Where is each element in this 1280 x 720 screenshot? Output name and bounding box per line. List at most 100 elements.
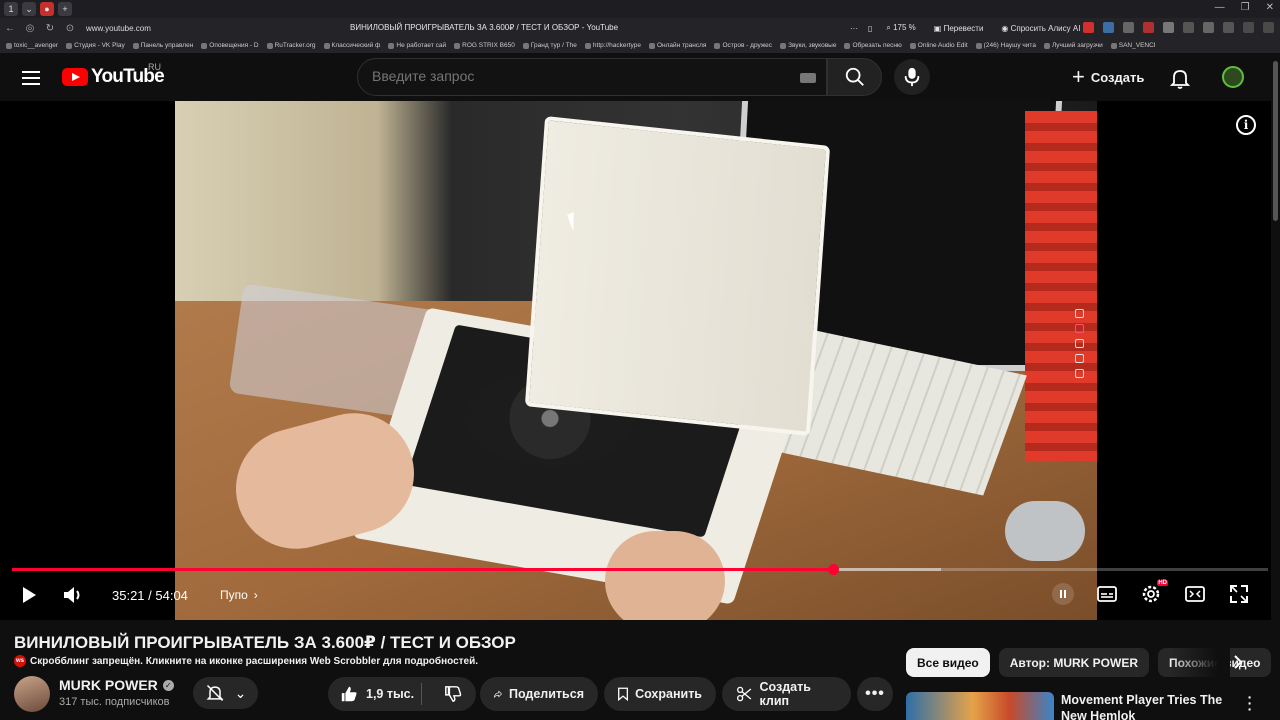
more-actions-button[interactable]: ••• — [857, 677, 893, 711]
shield-icon[interactable]: ◎ — [20, 23, 40, 34]
bookmark-item[interactable]: Оповещения - D — [201, 42, 259, 49]
page-scrollbar[interactable] — [1271, 53, 1280, 720]
new-tab-icon[interactable]: + — [58, 2, 72, 16]
voice-search-button[interactable] — [894, 59, 930, 95]
filter-chip[interactable]: Все видео — [906, 648, 990, 677]
like-button[interactable]: 1,9 тыс. — [328, 677, 414, 711]
channel-avatar[interactable] — [14, 676, 50, 712]
extension-icon[interactable] — [1163, 22, 1174, 33]
bookmark-item[interactable]: Звуки, звуковые — [780, 42, 836, 49]
dislike-button[interactable] — [429, 677, 476, 711]
tool-icon[interactable] — [1074, 339, 1084, 348]
autoplay-toggle[interactable] — [1052, 583, 1074, 605]
tool-icon[interactable] — [1074, 309, 1084, 318]
info-icon[interactable]: i — [1236, 115, 1256, 135]
tab-dropdown-icon[interactable]: ⌄ — [22, 2, 36, 16]
share-button[interactable]: Поделиться — [480, 677, 598, 711]
bookmark-item[interactable]: Лучший загрузчи — [1043, 42, 1103, 49]
tool-icon[interactable] — [1074, 354, 1084, 363]
extension-icon[interactable] — [1183, 22, 1194, 33]
bookmark-item[interactable]: http://hackertype — [584, 42, 641, 49]
more-dots-icon[interactable]: ··· — [850, 24, 858, 33]
adblock-extension-icon[interactable] — [1083, 22, 1094, 33]
tool-more-icon[interactable] — [1075, 384, 1084, 388]
fullscreen-button[interactable] — [1228, 583, 1250, 605]
ask-alice-button[interactable]: ◉ Спросить Алису AI — [997, 22, 1084, 35]
extension-icon[interactable] — [1103, 22, 1114, 33]
bookmark-item[interactable]: Онлайн трансля — [648, 42, 706, 49]
tab-counter-icon[interactable]: 1 — [4, 2, 18, 16]
download-icon[interactable] — [1263, 22, 1274, 33]
hamburger-menu-icon[interactable] — [20, 67, 42, 87]
channel-name-link[interactable]: MURK POWER ✓ — [59, 677, 174, 693]
create-button[interactable]: + Создать — [1062, 61, 1154, 93]
save-button[interactable]: Сохранить — [604, 677, 716, 711]
bookmark-favicon-icon — [388, 42, 395, 49]
web-scrobbler-icon: ws — [14, 655, 26, 667]
bookmark-item[interactable]: Студия - VK Play — [66, 42, 125, 49]
url-field[interactable]: www.youtube.com — [86, 24, 236, 33]
chips-next-button[interactable] — [1228, 652, 1248, 672]
recommended-video-menu-icon[interactable]: · · · — [1243, 690, 1257, 716]
bookmark-item[interactable]: Не работает сай — [388, 42, 446, 49]
minimize-button[interactable]: — — [1215, 2, 1225, 13]
youtube-tab[interactable]: ● — [40, 2, 54, 16]
bookmark-item[interactable]: Online Audio Edit — [909, 42, 968, 49]
notifications-bell-icon[interactable] — [1168, 66, 1192, 90]
mute-button[interactable] — [62, 585, 84, 605]
bookmark-item[interactable]: Обрезать песню — [844, 42, 902, 49]
extension-icon[interactable] — [1203, 22, 1214, 33]
bookmark-item[interactable]: Панель управлен — [132, 42, 193, 49]
search-input[interactable] — [372, 68, 772, 84]
bookmark-favicon-icon — [648, 42, 655, 49]
account-avatar[interactable] — [1222, 66, 1244, 88]
zoom-level[interactable]: ⌕ 175 % — [882, 21, 919, 35]
filter-chip[interactable]: Автор: MURK POWER — [998, 648, 1149, 677]
scrobbler-notice[interactable]: ws Скробблинг запрещён. Кликните на икон… — [14, 655, 478, 667]
extension-icon[interactable] — [1143, 22, 1154, 33]
bookmark-item[interactable]: (246) Наушу чита — [975, 42, 1036, 49]
bookmark-icon[interactable]: ▯ — [868, 24, 872, 33]
youtube-logo[interactable]: YouTube RU — [62, 62, 165, 88]
recommended-video-thumbnail[interactable] — [906, 692, 1054, 720]
subscription-notifications-button[interactable]: ⌄ — [193, 677, 258, 709]
player-right-controls: HD — [1052, 580, 1250, 605]
reload-icon[interactable]: ↻ — [40, 23, 60, 34]
like-dislike-group: 1,9 тыс. — [328, 677, 476, 711]
create-clip-button[interactable]: Создать клип — [722, 677, 851, 711]
close-window-button[interactable]: ✕ — [1266, 2, 1274, 13]
back-icon[interactable]: ← — [0, 23, 20, 34]
video-frame[interactable] — [175, 101, 1097, 620]
settings-button[interactable]: HD — [1140, 580, 1168, 605]
chapter-label: Пупо — [220, 588, 248, 602]
play-button[interactable] — [19, 585, 39, 605]
extension-icon[interactable] — [1123, 22, 1134, 33]
bookmark-label: Классический ф — [331, 42, 381, 49]
bookmark-label: ROG STRIX B650 — [462, 42, 515, 49]
bookmark-item[interactable]: toxic__avenger — [6, 42, 58, 49]
progress-bar[interactable] — [12, 564, 1268, 575]
bookmark-item[interactable]: SAN_VENCI — [1110, 42, 1156, 49]
bookmark-item[interactable]: Гранд тур / The — [522, 42, 577, 49]
plus-icon: + — [1072, 64, 1085, 89]
extension-icon[interactable] — [1243, 22, 1254, 33]
subtitles-button[interactable] — [1096, 583, 1118, 605]
bookmark-item[interactable]: Остров - дружес — [714, 42, 772, 49]
video-player[interactable]: i — [0, 101, 1280, 620]
bookmark-item[interactable]: ROG STRIX B650 — [454, 42, 515, 49]
extension-icon[interactable] — [1223, 22, 1234, 33]
search-button[interactable] — [827, 58, 882, 96]
bookmark-favicon-icon — [844, 42, 851, 49]
recommended-video-title[interactable]: Movement Player Tries The New Hemlok — [1061, 692, 1241, 720]
bookmark-item[interactable]: Классический ф — [323, 42, 381, 49]
translate-button[interactable]: ▣ Перевести — [930, 22, 988, 35]
share-icon — [494, 690, 502, 699]
chapter-button[interactable]: Пупо › — [220, 588, 258, 602]
keyboard-icon[interactable] — [800, 73, 816, 83]
theater-mode-button[interactable] — [1184, 583, 1206, 605]
bookmark-item[interactable]: RuTracker.org — [266, 42, 316, 49]
scrollbar-thumb[interactable] — [1273, 61, 1278, 221]
tool-icon[interactable] — [1074, 369, 1084, 378]
maximize-button[interactable]: ❐ — [1241, 2, 1250, 13]
tool-icon[interactable] — [1074, 324, 1084, 333]
